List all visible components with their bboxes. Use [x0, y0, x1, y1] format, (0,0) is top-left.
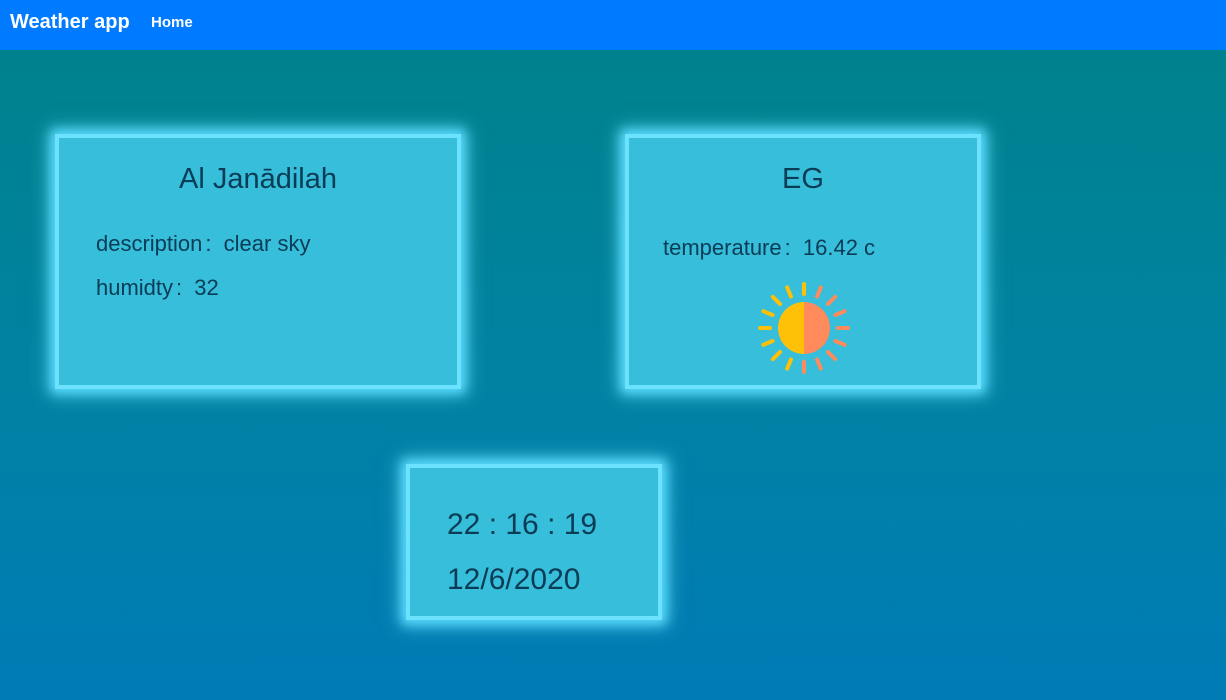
humidity-label: humidty — [96, 275, 174, 300]
sun-disc-left — [778, 302, 804, 354]
sun-ray — [770, 294, 782, 306]
sun-ray — [785, 357, 793, 371]
sun-ray — [770, 350, 782, 362]
humidity-row: humidty: 32 — [96, 275, 219, 301]
navbar: Weather app Home — [0, 0, 1226, 50]
sun-ray — [785, 285, 793, 299]
country-code: EG — [782, 163, 824, 195]
humidity-separator: : — [176, 275, 183, 300]
sun-ray — [815, 357, 823, 371]
nav-home-link[interactable]: Home — [151, 14, 193, 31]
sun-ray — [761, 309, 775, 317]
humidity-value: 32 — [194, 275, 219, 300]
temperature-value: 16.42 c — [802, 235, 876, 260]
temperature-row: temperature: 16.42 c — [663, 235, 875, 261]
country-card: EG temperature: 16.42 c — [625, 134, 981, 389]
sun-ray — [833, 339, 847, 347]
city-name: Al Janādilah — [179, 163, 337, 195]
description-label: description — [96, 231, 203, 256]
sun-disc-right — [804, 302, 830, 354]
temperature-label: temperature — [663, 235, 782, 260]
sun-ray — [826, 294, 838, 306]
sun-ray — [815, 285, 823, 299]
clock-date: 12/6/2020 — [447, 563, 581, 596]
location-card: Al Janādilah description: clear sky humi… — [55, 134, 461, 389]
sun-ray — [761, 339, 775, 347]
description-separator: : — [205, 231, 212, 256]
clock-card: 22 : 16 : 19 12/6/2020 — [406, 464, 662, 620]
description-row: description: clear sky — [96, 231, 310, 257]
sun-icon — [758, 282, 850, 374]
sun-ray — [826, 350, 838, 362]
brand-link[interactable]: Weather app — [10, 11, 130, 34]
description-value: clear sky — [223, 231, 311, 256]
clock-time: 22 : 16 : 19 — [447, 508, 598, 541]
sun-ray — [833, 309, 847, 317]
temperature-separator: : — [784, 235, 791, 260]
